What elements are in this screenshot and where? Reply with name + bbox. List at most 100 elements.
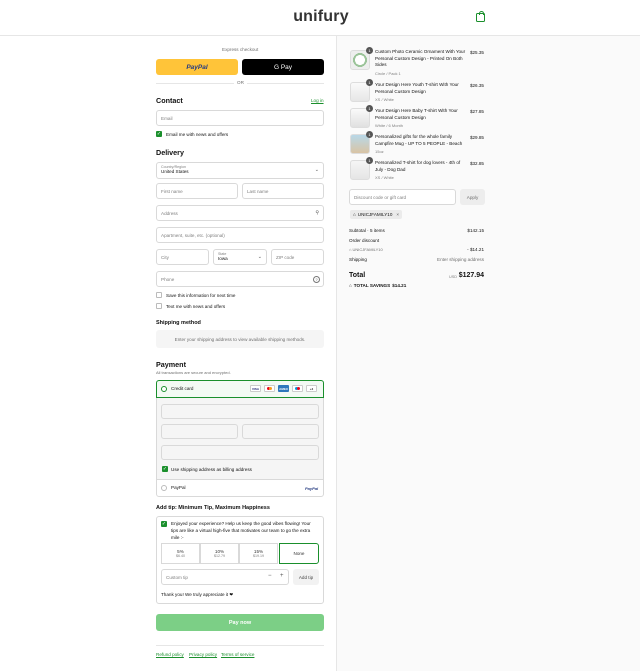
phone-placeholder: Phone: [161, 276, 175, 282]
quantity-badge: 1: [366, 105, 373, 112]
billing-same-label: Use shipping address as billing address: [171, 467, 252, 472]
payment-title: Payment: [156, 360, 186, 369]
total-value: $127.94: [458, 272, 484, 279]
add-tip-button[interactable]: Add tip: [293, 569, 319, 585]
discount-placeholder: Discount code or gift card: [354, 194, 407, 200]
order-discount-label: Order discount: [349, 238, 380, 243]
header: unifury: [0, 0, 640, 36]
tip-option-none[interactable]: None: [279, 543, 319, 564]
privacy-policy-link[interactable]: Privacy policy: [189, 652, 217, 657]
logo-text: unifury: [293, 8, 349, 25]
refund-policy-link[interactable]: Refund policy: [156, 652, 184, 657]
help-icon[interactable]: ?: [313, 275, 320, 283]
shipping-method-message: Enter your shipping address to view avai…: [174, 336, 306, 342]
tip-thanks: Thank you! We truly appreciate it ❤: [161, 592, 234, 597]
first-name-placeholder: First name: [161, 188, 183, 194]
savings-label: TOTAL SAVINGS: [353, 283, 391, 288]
shopping-bag-icon[interactable]: [476, 11, 485, 22]
maestro-icon: [292, 385, 303, 392]
pay-now-button[interactable]: Pay now: [156, 614, 324, 631]
mastercard-icon: [264, 385, 275, 392]
credit-card-radio[interactable]: [161, 386, 167, 392]
tip-option-15[interactable]: 15% $19.19: [239, 543, 278, 564]
product-price: $26.35: [469, 83, 484, 88]
paypal-logo: PayPal: [186, 63, 208, 71]
gpay-express-button[interactable]: G Pay: [242, 59, 324, 75]
quantity-badge: 1: [366, 157, 373, 164]
plus-button[interactable]: +: [280, 573, 284, 579]
email-field[interactable]: Email: [156, 110, 324, 126]
gpay-logo: G Pay: [273, 63, 293, 71]
terms-of-service-link[interactable]: Terms of service: [221, 652, 254, 657]
discount-value: - $14.21: [467, 247, 484, 252]
order-summary-panel: [336, 36, 640, 671]
save-info-checkbox[interactable]: [156, 292, 162, 298]
apply-button[interactable]: Apply: [460, 189, 485, 205]
product-variant: XS / White: [375, 175, 394, 180]
product-title: Custom Photo Ceramic Ornament With Your …: [375, 49, 466, 67]
city-field[interactable]: City: [156, 249, 209, 265]
apply-label: Apply: [466, 194, 479, 200]
card-number-field[interactable]: [161, 404, 319, 419]
contact-title: Contact: [156, 96, 183, 105]
chevron-down-icon: ⌄: [257, 254, 262, 260]
zip-field[interactable]: ZIP code: [271, 249, 324, 265]
shipping-method-notice: Enter your shipping address to view avai…: [156, 330, 324, 348]
subtotal-value: $142.15: [467, 228, 484, 233]
product-title: Personalized gifts for the whole family …: [375, 134, 463, 146]
search-icon: ⚲: [315, 210, 319, 216]
text-me-checkbox[interactable]: [156, 303, 162, 309]
product-title: Personalized T-shirt for dog lovers - 4t…: [375, 160, 461, 172]
credit-card-label: Credit card: [171, 386, 194, 391]
city-placeholder: City: [161, 254, 169, 260]
amex-icon: AMEX: [278, 385, 289, 392]
address-field[interactable]: Address ⚲: [156, 205, 324, 221]
or-label: OR: [234, 80, 247, 85]
quantity-badge: 1: [366, 79, 373, 86]
paypal-express-button[interactable]: PayPal: [156, 59, 238, 75]
expiration-field[interactable]: [161, 424, 238, 439]
footer-divider: [156, 645, 324, 646]
paypal-logo-icon: PayPal: [305, 486, 319, 491]
total-label: Total: [349, 272, 366, 279]
product-title: Your Design Here Youth T-shirt With Your…: [375, 82, 459, 94]
product-price: $29.85: [469, 135, 484, 140]
add-tip-label: Add tip: [298, 574, 314, 580]
discount-code: UNICJFAMILY10: [352, 247, 383, 252]
zip-placeholder: ZIP code: [276, 254, 295, 260]
phone-field[interactable]: Phone?: [156, 271, 324, 287]
discount-code-field[interactable]: Discount code or gift card: [349, 189, 456, 205]
tip-amount: $19.19: [253, 554, 264, 558]
last-name-field[interactable]: Last name: [242, 183, 324, 199]
product-variant: 15oz: [375, 149, 384, 154]
applied-code: UNICJFAMILY10: [357, 212, 393, 217]
minus-button[interactable]: −: [268, 573, 272, 579]
text-me-label: Text me with news and offers: [166, 304, 226, 309]
first-name-field[interactable]: First name: [156, 183, 238, 199]
tip-amount: $12.79: [214, 554, 225, 558]
tag-icon: ⌂: [349, 283, 352, 288]
tip-option-10[interactable]: 10% $12.79: [200, 543, 239, 564]
applied-discount-tag: ⌂ UNICJFAMILY10 ×: [350, 210, 403, 219]
apartment-field[interactable]: Apartment, suite, etc. (optional): [156, 227, 324, 243]
state-select[interactable]: State Iowa ⌄: [213, 249, 267, 265]
email-news-checkbox[interactable]: ✓: [156, 131, 162, 137]
tip-title: Add tip: Minimum Tip, Maximum Happiness: [156, 505, 270, 511]
tip-none-label: None: [293, 551, 305, 556]
country-select[interactable]: Country/Region United States ⌄: [156, 162, 324, 179]
product-variant: XS / White: [375, 97, 394, 102]
billing-same-checkbox[interactable]: ✓: [162, 466, 168, 472]
payment-subtitle: All transactions are secure and encrypte…: [156, 370, 231, 375]
brand-logo[interactable]: unifury: [286, 6, 356, 28]
visa-icon: VISA: [250, 385, 261, 392]
tip-checkbox[interactable]: ✓: [161, 521, 167, 527]
total-savings: ⌂ TOTAL SAVINGS $14.21: [349, 283, 406, 288]
login-link[interactable]: Log in: [311, 98, 324, 103]
paypal-radio[interactable]: [161, 485, 167, 491]
close-icon[interactable]: ×: [396, 212, 399, 217]
product-variant: White / 6 Month: [375, 123, 404, 128]
name-on-card-field[interactable]: [161, 445, 319, 460]
security-code-field[interactable]: [242, 424, 319, 439]
tip-option-5[interactable]: 5% $6.40: [161, 543, 200, 564]
quantity-badge: 1: [366, 131, 373, 138]
